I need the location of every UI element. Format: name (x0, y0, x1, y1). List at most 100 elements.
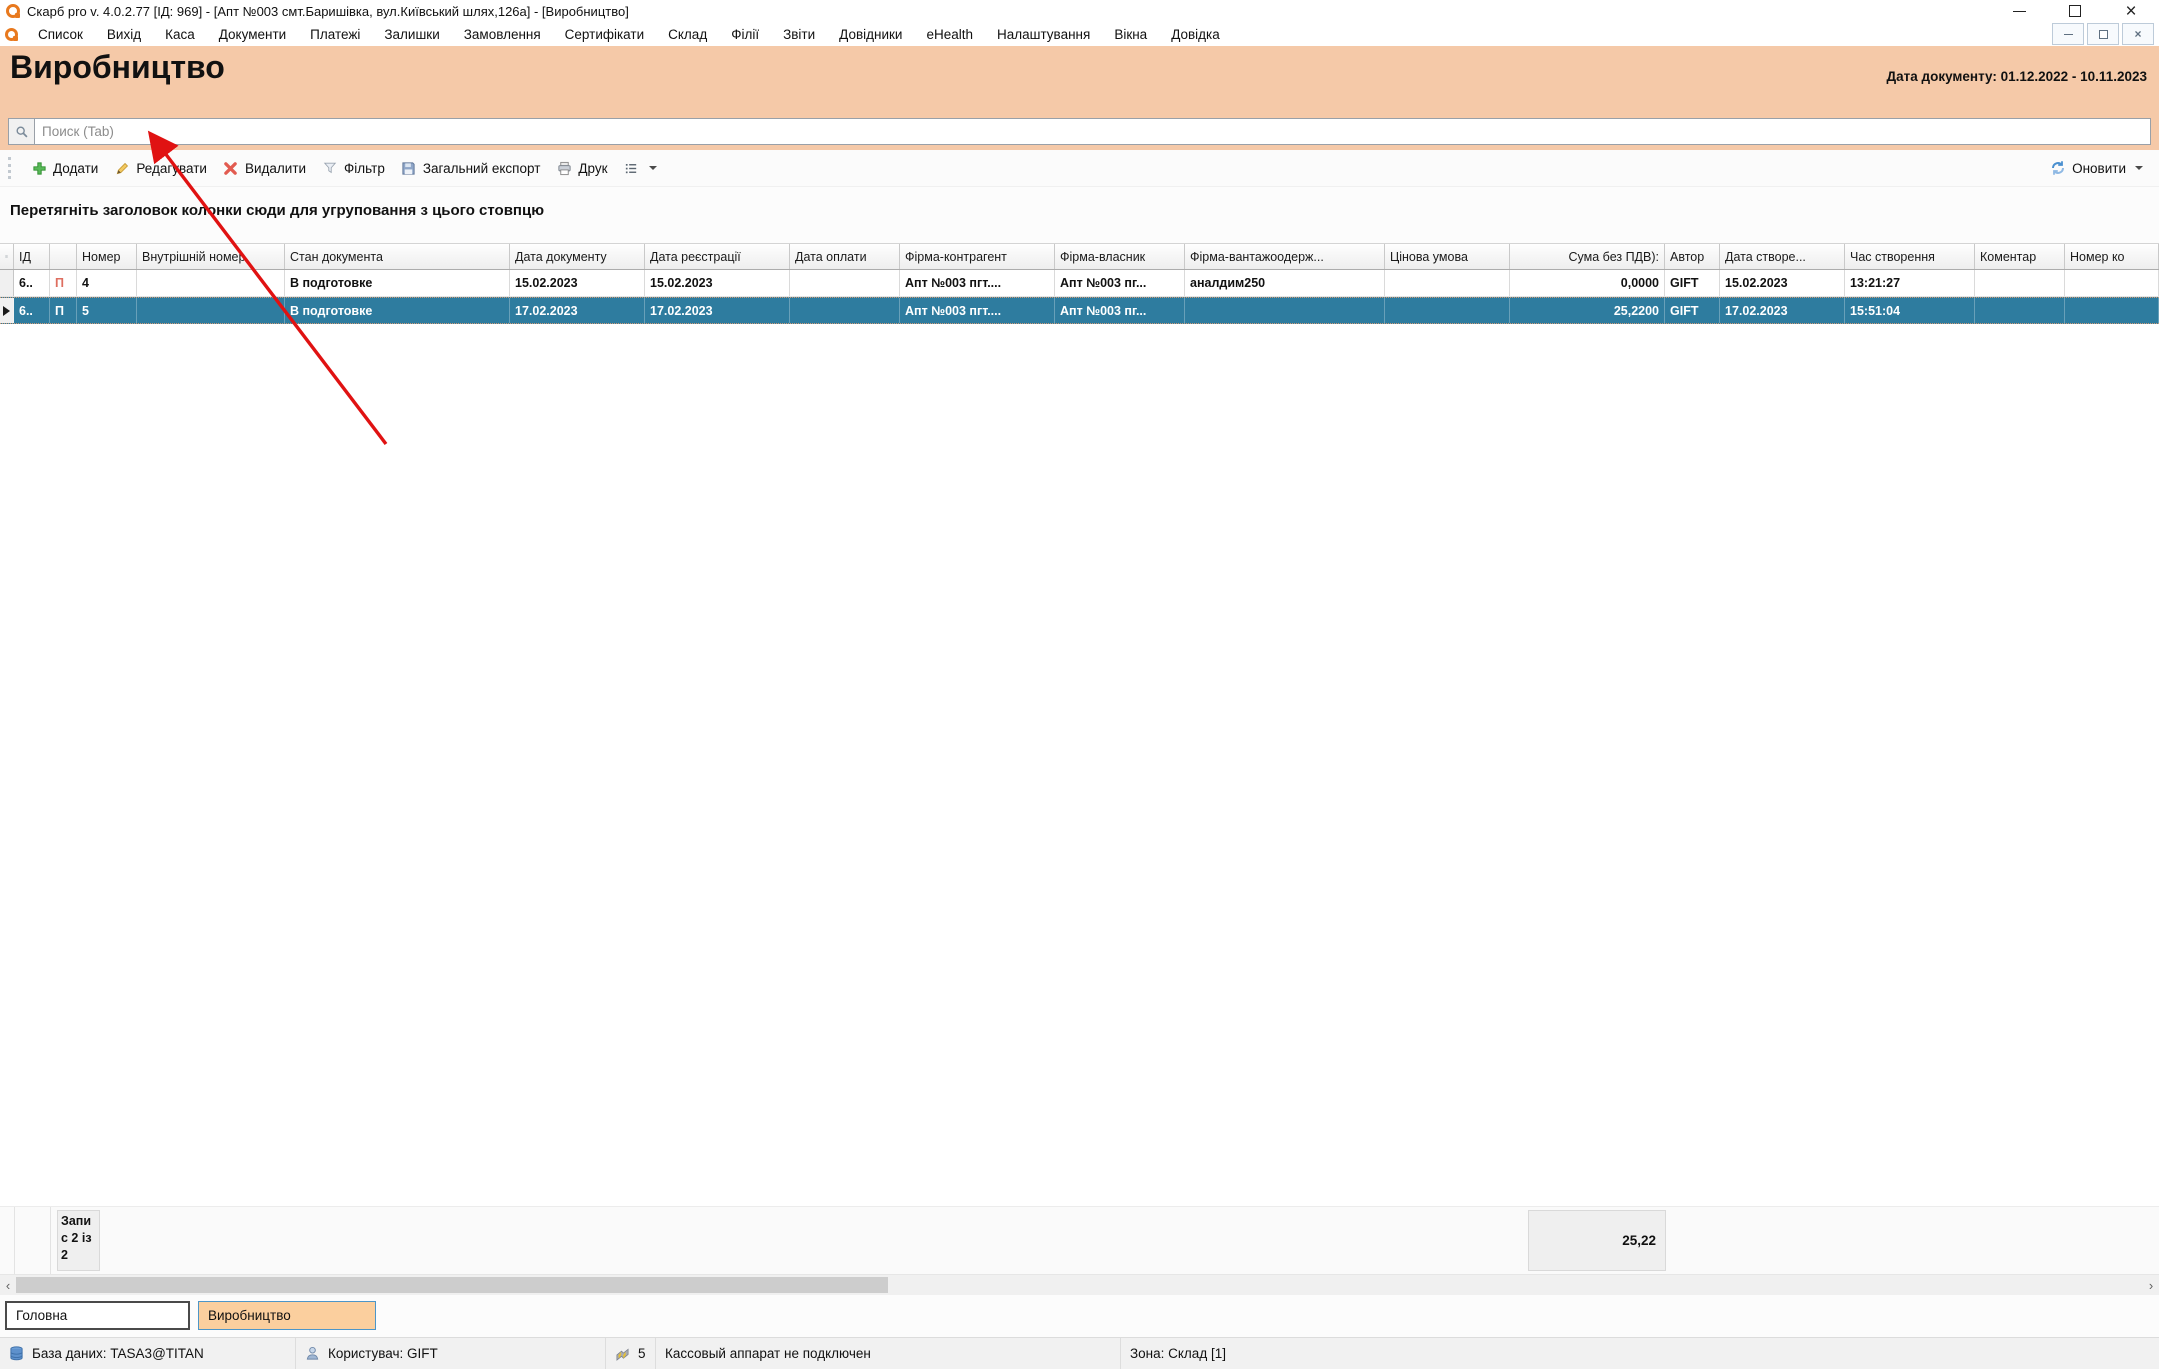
chevron-down-icon (2135, 166, 2143, 170)
menu-item[interactable]: Вихід (95, 25, 153, 44)
table-cell: Апт №003 пг... (1055, 298, 1185, 323)
column-chooser-button[interactable] (616, 156, 665, 180)
table-cell: 6.. (14, 298, 50, 323)
column-header[interactable]: Коментар (1975, 244, 2065, 269)
column-header[interactable]: Номер ко (2065, 244, 2159, 269)
column-header[interactable]: Фірма-контрагент (900, 244, 1055, 269)
page-title: Виробництво (10, 49, 225, 86)
restore-icon (2099, 30, 2108, 39)
search-button[interactable] (9, 119, 35, 144)
column-header[interactable]: Фірма-власник (1055, 244, 1185, 269)
user-icon (305, 1346, 320, 1361)
horizontal-scrollbar[interactable]: ‹ › (0, 1274, 2159, 1295)
record-count-summary: Запис 2 із 2 (57, 1210, 100, 1271)
table-cell: 15:51:04 (1845, 298, 1975, 323)
table-cell (0, 270, 14, 296)
toolbar-grip (8, 157, 15, 179)
print-button[interactable]: Друк (548, 156, 615, 180)
pencil-icon (114, 160, 130, 176)
column-header[interactable]: Сума без ПДВ): (1510, 244, 1665, 269)
column-header[interactable]: Автор (1665, 244, 1720, 269)
delete-button[interactable]: Видалити (215, 156, 314, 180)
filter-button[interactable]: Фільтр (314, 156, 393, 180)
tab-vyrobnytstvo[interactable]: Виробництво (198, 1301, 376, 1330)
menu-item[interactable]: eHealth (914, 25, 985, 44)
title-bar: Скарб pro v. 4.0.2.77 [ІД: 969] - [Апт №… (0, 0, 2159, 22)
sum-total-summary: 25,22 (1528, 1210, 1666, 1271)
app-logo-icon (6, 4, 20, 18)
menu-item[interactable]: Документи (207, 25, 298, 44)
window-title: Скарб pro v. 4.0.2.77 [ІД: 969] - [Апт №… (27, 4, 629, 19)
table-cell (1975, 270, 2065, 296)
menu-item[interactable]: Довідники (827, 25, 914, 44)
refresh-icon (2050, 160, 2066, 176)
scroll-left-arrow[interactable]: ‹ (0, 1275, 16, 1295)
app-logo-icon (5, 28, 18, 41)
column-header[interactable]: Фірма-вантажоодерж... (1185, 244, 1385, 269)
column-header[interactable]: Час створення (1845, 244, 1975, 269)
data-grid: ІДНомерВнутрішній номерСтан документаДат… (0, 243, 2159, 324)
menu-item[interactable]: Каса (153, 25, 207, 44)
document-date-range: Дата документу: 01.12.2022 - 10.11.2023 (1887, 69, 2147, 84)
tab-holovna[interactable]: Головна (5, 1301, 190, 1330)
column-header[interactable]: Дата оплати (790, 244, 900, 269)
menu-item[interactable]: Замовлення (452, 25, 553, 44)
filter-funnel-icon (322, 160, 338, 176)
export-button[interactable]: Загальний експорт (393, 156, 549, 180)
column-header[interactable] (0, 244, 14, 269)
menu-item[interactable]: Залишки (372, 25, 451, 44)
menu-item[interactable]: Склад (656, 25, 719, 44)
mdi-close-button[interactable]: × (2122, 23, 2154, 45)
table-cell (2065, 270, 2159, 296)
table-cell (1975, 298, 2065, 323)
column-header[interactable]: Дата реєстрації (645, 244, 790, 269)
table-cell (137, 270, 285, 296)
table-row[interactable]: 6..П5В подготовке17.02.202317.02.2023Апт… (0, 297, 2159, 324)
grid-corner-icon (5, 251, 8, 262)
table-cell: аналдим250 (1185, 270, 1385, 296)
menu-item[interactable]: Сертифікати (553, 25, 656, 44)
table-cell (0, 298, 14, 323)
tab-bar: Головна Виробництво (0, 1295, 2159, 1337)
column-header[interactable]: Номер (77, 244, 137, 269)
status-database: База даних: TASA3@TITAN (0, 1338, 296, 1369)
table-row[interactable]: 6..П4В подготовке15.02.202315.02.2023Апт… (0, 270, 2159, 297)
refresh-button[interactable]: Оновити (2042, 156, 2159, 180)
table-cell: П (50, 298, 77, 323)
save-floppy-icon (401, 160, 417, 176)
footer-gridline (50, 1207, 51, 1274)
menu-item[interactable]: Налаштування (985, 25, 1102, 44)
column-header[interactable]: Дата створе... (1720, 244, 1845, 269)
menu-item[interactable]: Довідка (1159, 25, 1232, 44)
column-header[interactable]: Стан документа (285, 244, 510, 269)
table-cell: 15.02.2023 (645, 270, 790, 296)
close-button[interactable]: × (2103, 0, 2159, 22)
grid-body: 6..П4В подготовке15.02.202315.02.2023Апт… (0, 270, 2159, 324)
edit-button[interactable]: Редагувати (106, 156, 215, 180)
scroll-right-arrow[interactable]: › (2143, 1275, 2159, 1295)
column-header[interactable]: Цінова умова (1385, 244, 1510, 269)
menu-item[interactable]: Платежі (298, 25, 372, 44)
menu-item[interactable]: Вікна (1102, 25, 1159, 44)
menu-item[interactable]: Філії (719, 25, 771, 44)
add-button[interactable]: Додати (23, 156, 106, 180)
row-indicator-icon (3, 306, 10, 316)
mdi-minimize-button[interactable] (2052, 23, 2084, 45)
table-cell: 15.02.2023 (510, 270, 645, 296)
menu-item[interactable]: Список (26, 25, 95, 44)
table-cell: Апт №003 пгт.... (900, 270, 1055, 296)
search-input[interactable] (35, 119, 2150, 144)
minimize-button[interactable] (1991, 0, 2047, 22)
footer-gridline (14, 1207, 15, 1274)
group-by-hint: Перетягніть заголовок колонки сюди для у… (10, 202, 544, 219)
menu-item[interactable]: Звіти (771, 25, 827, 44)
mdi-restore-button[interactable] (2087, 23, 2119, 45)
scrollbar-thumb[interactable] (16, 1277, 888, 1293)
column-header[interactable]: Дата документу (510, 244, 645, 269)
column-header[interactable]: ІД (14, 244, 50, 269)
table-cell (1385, 270, 1510, 296)
restore-button[interactable] (2047, 0, 2103, 22)
column-header[interactable]: Внутрішній номер (137, 244, 285, 269)
column-header[interactable] (50, 244, 77, 269)
table-cell: GIFT (1665, 270, 1720, 296)
